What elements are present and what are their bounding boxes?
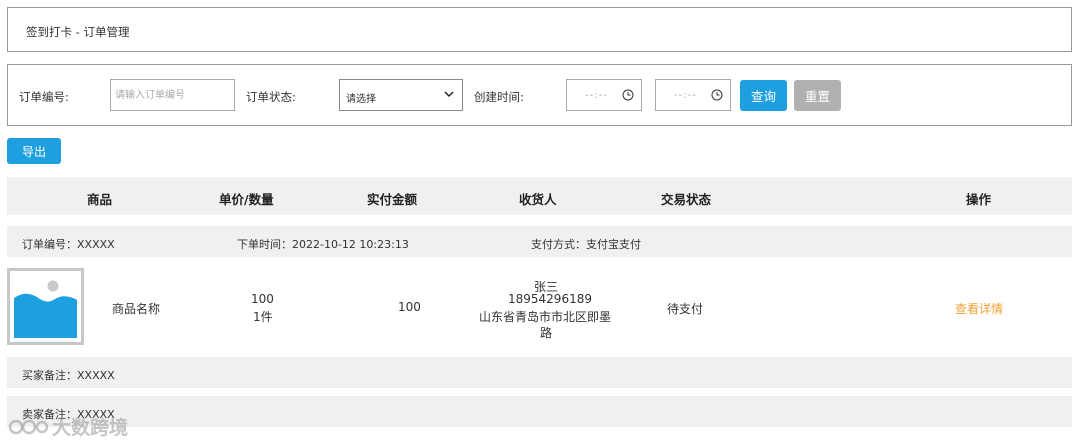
end-time-input[interactable]: --:-- [655, 79, 731, 111]
status-label: 订单状态: [246, 90, 296, 104]
paid-amount: 100 [398, 300, 421, 314]
status-select-value: 请选择 [346, 94, 376, 105]
start-time-placeholder: --:-- [585, 90, 608, 101]
filter-bar: 订单编号: 订单状态: 请选择 创建时间: --:-- --:-- 查询 重置 [7, 64, 1072, 126]
export-button[interactable]: 导出 [7, 138, 61, 164]
clock-icon[interactable] [711, 89, 723, 101]
payment-method: 支付方式：支付宝支付 [531, 238, 641, 251]
column-header-trade-status: 交易状态 [661, 192, 712, 207]
order-number: 订单编号：XXXXX [22, 238, 115, 251]
product-name: 商品名称 [112, 302, 161, 316]
watermark-text: 大数跨境 [52, 417, 129, 439]
status-select[interactable]: 请选择 [339, 79, 463, 111]
column-header-product: 商品 [87, 192, 113, 207]
watermark-logo-icon [8, 419, 48, 435]
reset-button[interactable]: 重置 [794, 80, 841, 111]
buyer-note-bar: 买家备注：XXXXX [7, 357, 1072, 388]
column-header-receiver: 收货人 [519, 192, 557, 207]
column-header-price-qty: 单价/数量 [219, 192, 274, 207]
trade-status: 待支付 [667, 302, 704, 316]
view-details-link[interactable]: 查看详情 [955, 300, 1003, 317]
quantity: 1件 [253, 310, 273, 324]
order-time: 下单时间：2022-10-12 10:23:13 [237, 238, 409, 251]
column-header-action: 操作 [966, 192, 992, 207]
page-title: 签到打卡 - 订单管理 [26, 25, 130, 39]
page-header: 签到打卡 - 订单管理 [7, 7, 1072, 52]
order-info-bar: 订单编号：XXXXX 下单时间：2022-10-12 10:23:13 支付方式… [7, 226, 1072, 257]
clock-icon[interactable] [622, 89, 634, 101]
start-time-input[interactable]: --:-- [566, 79, 642, 111]
chevron-down-icon [444, 91, 454, 98]
query-button[interactable]: 查询 [740, 80, 787, 111]
order-no-label: 订单编号: [19, 90, 69, 104]
order-no-input[interactable] [110, 79, 235, 111]
receiver-address-line-1: 山东省青岛市市北区即墨 [479, 310, 612, 324]
end-time-placeholder: --:-- [674, 90, 697, 101]
receiver-phone: 18954296189 [508, 292, 592, 306]
image-placeholder-icon [7, 268, 84, 345]
unit-price: 100 [251, 292, 274, 306]
receiver-address-line-2: 路 [540, 326, 553, 340]
seller-note-bar: 卖家备注：XXXXX [7, 396, 1072, 427]
table-header: 商品 单价/数量 实付金额 收货人 交易状态 操作 [7, 177, 1072, 215]
created-time-label: 创建时间: [474, 90, 524, 104]
column-header-paid: 实付金额 [367, 192, 418, 207]
buyer-note: 买家备注：XXXXX [22, 369, 115, 382]
